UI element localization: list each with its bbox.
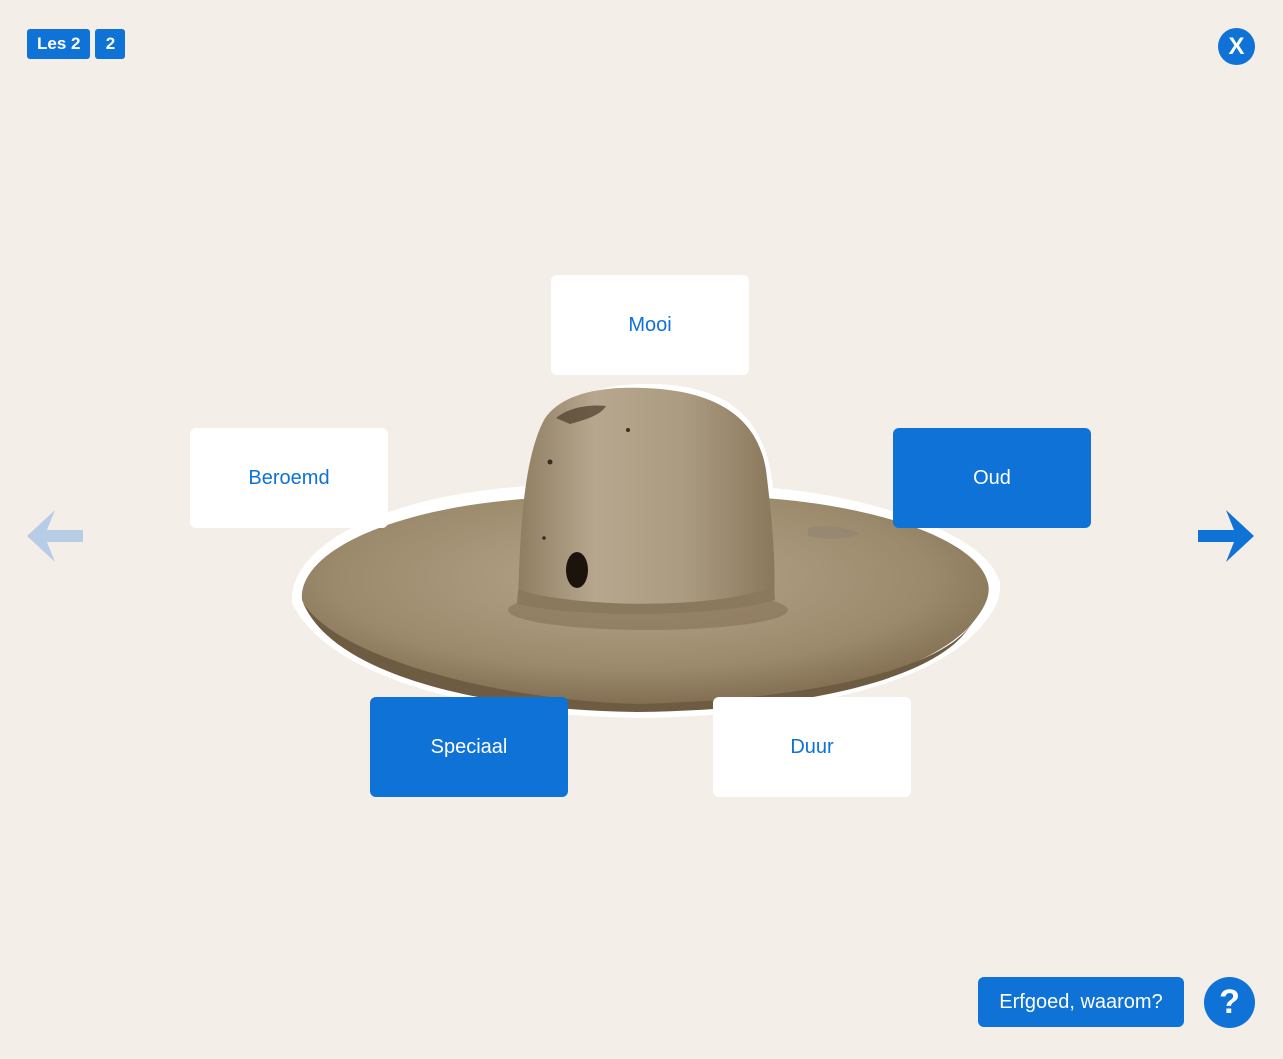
close-button[interactable]: X <box>1218 28 1255 65</box>
erfgoed-waarom-button[interactable]: Erfgoed, waarom? <box>978 977 1184 1027</box>
lesson-indicator: Les 2 2 <box>27 29 126 59</box>
tag-beroemd-button[interactable]: Beroemd <box>190 428 388 528</box>
tag-duur-button[interactable]: Duur <box>713 697 911 797</box>
lesson-label: Les 2 <box>27 29 91 59</box>
lesson-number: 2 <box>95 29 126 59</box>
tag-speciaal-button[interactable]: Speciaal <box>370 697 568 797</box>
help-button[interactable]: ? <box>1204 977 1255 1028</box>
tag-mooi-button[interactable]: Mooi <box>551 275 749 375</box>
tag-oud-button[interactable]: Oud <box>893 428 1091 528</box>
arrow-right-icon[interactable] <box>1196 506 1256 566</box>
arrow-left-icon[interactable] <box>25 506 85 566</box>
